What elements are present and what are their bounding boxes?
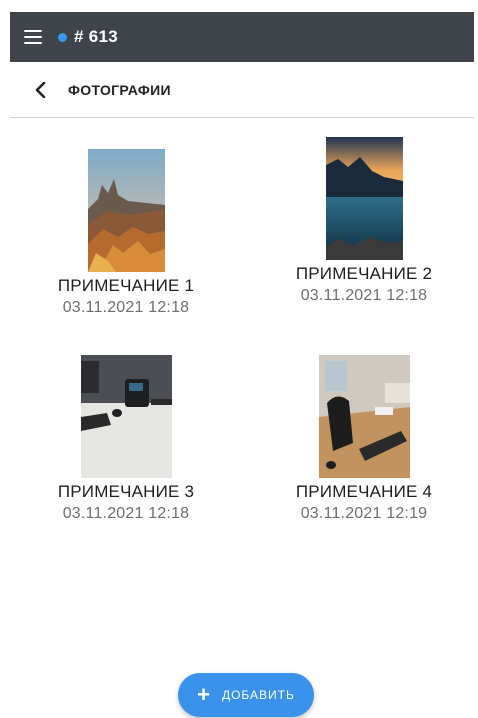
chevron-left-icon[interactable] <box>26 75 56 105</box>
add-button-label: ДОБАВИТЬ <box>221 688 295 702</box>
record-number-title: # 613 <box>74 27 119 46</box>
photo-card-1[interactable]: ПРИМЕЧАНИЕ 1 03.11.2021 12:18 <box>36 149 216 317</box>
section-header: ФОТОГРАФИИ <box>10 62 474 118</box>
photo-card-4[interactable]: ПРИМЕЧАНИЕ 4 03.11.2021 12:19 <box>274 355 454 523</box>
photo-timestamp: 03.11.2021 12:19 <box>300 505 428 522</box>
photo-note-title: ПРИМЕЧАНИЕ 3 <box>57 482 195 501</box>
photo-thumbnail[interactable] <box>87 149 165 272</box>
photo-card-2[interactable]: ПРИМЕЧАНИЕ 2 03.11.2021 12:18 <box>274 137 454 305</box>
photo-thumbnail[interactable] <box>325 137 403 260</box>
photo-thumbnail[interactable] <box>80 355 172 478</box>
status-dot <box>58 32 67 42</box>
photo-note-title: ПРИМЕЧАНИЕ 2 <box>295 264 433 283</box>
photo-timestamp: 03.11.2021 12:18 <box>62 299 190 316</box>
photo-card-3[interactable]: ПРИМЕЧАНИЕ 3 03.11.2021 12:18 <box>36 355 216 523</box>
top-app-bar: # 613 <box>10 12 474 62</box>
photo-note-title: ПРИМЕЧАНИЕ 4 <box>295 482 433 501</box>
photo-thumbnail[interactable] <box>318 355 410 478</box>
plus-icon: + <box>197 682 210 707</box>
photo-note-title: ПРИМЕЧАНИЕ 1 <box>57 276 195 295</box>
photo-timestamp: 03.11.2021 12:18 <box>62 505 190 522</box>
photo-timestamp: 03.11.2021 12:18 <box>300 287 428 304</box>
add-photo-button[interactable]: + ДОБАВИТЬ <box>178 673 314 717</box>
section-title: ФОТОГРАФИИ <box>68 81 171 98</box>
hamburger-menu-icon[interactable] <box>24 30 42 44</box>
